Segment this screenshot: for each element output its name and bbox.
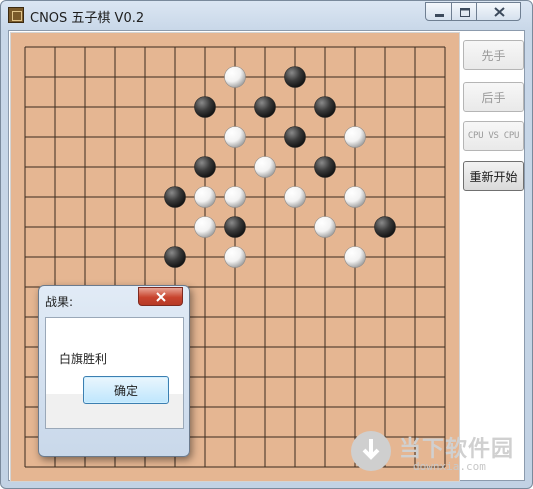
white-stone (224, 186, 246, 208)
white-stone (284, 186, 306, 208)
restart-button[interactable]: 重新开始 (463, 161, 524, 191)
title-bar[interactable]: CNOS 五子棋 V0.2 (1, 1, 532, 29)
black-stone (284, 66, 306, 88)
black-stone (284, 126, 306, 148)
first-move-button[interactable]: 先手 (463, 40, 524, 70)
watermark: 当下软件园 downxia.com (351, 429, 521, 479)
watermark-url: downxia.com (413, 460, 486, 473)
black-stone (254, 96, 276, 118)
white-stone (314, 216, 336, 238)
white-stone (344, 126, 366, 148)
black-stone (164, 246, 186, 268)
gomoku-board-icon (8, 7, 24, 23)
ok-button[interactable]: 确定 (83, 376, 169, 404)
result-dialog: 战果: 白旗胜利 确定 (38, 285, 190, 457)
ok-label: 确定 (113, 383, 138, 398)
window-title: CNOS 五子棋 V0.2 (30, 11, 145, 26)
black-stone (374, 216, 396, 238)
dialog-close-button[interactable] (138, 287, 183, 306)
white-stone (344, 186, 366, 208)
white-stone (224, 246, 246, 268)
first-move-label: 先手 (481, 48, 506, 63)
black-stone (314, 156, 336, 178)
download-arrow-icon (351, 431, 391, 471)
minimize-button[interactable] (425, 2, 452, 21)
second-move-button[interactable]: 后手 (463, 82, 524, 112)
white-stone (224, 126, 246, 148)
black-stone (164, 186, 186, 208)
black-stone (224, 216, 246, 238)
close-icon (156, 292, 166, 302)
white-stone (344, 246, 366, 268)
white-stone (194, 186, 216, 208)
close-button[interactable] (476, 2, 521, 21)
black-stone (194, 96, 216, 118)
minimize-icon (435, 14, 444, 17)
white-stone (254, 156, 276, 178)
close-icon (494, 7, 505, 17)
restart-label: 重新开始 (469, 169, 518, 184)
maximize-icon (460, 8, 470, 17)
black-stone (314, 96, 336, 118)
second-move-label: 后手 (481, 90, 506, 105)
black-stone (194, 156, 216, 178)
dialog-message: 白旗胜利 (59, 352, 108, 366)
cpu-vs-cpu-button[interactable]: CPU VS CPU (463, 121, 524, 151)
watermark-brand: 当下软件园 (399, 437, 515, 462)
maximize-button[interactable] (451, 2, 477, 21)
white-stone (224, 66, 246, 88)
cpu-vs-cpu-label: CPU VS CPU (467, 131, 520, 141)
dialog-body: 白旗胜利 (45, 317, 184, 429)
white-stone (194, 216, 216, 238)
dialog-title: 战果: (45, 295, 74, 309)
